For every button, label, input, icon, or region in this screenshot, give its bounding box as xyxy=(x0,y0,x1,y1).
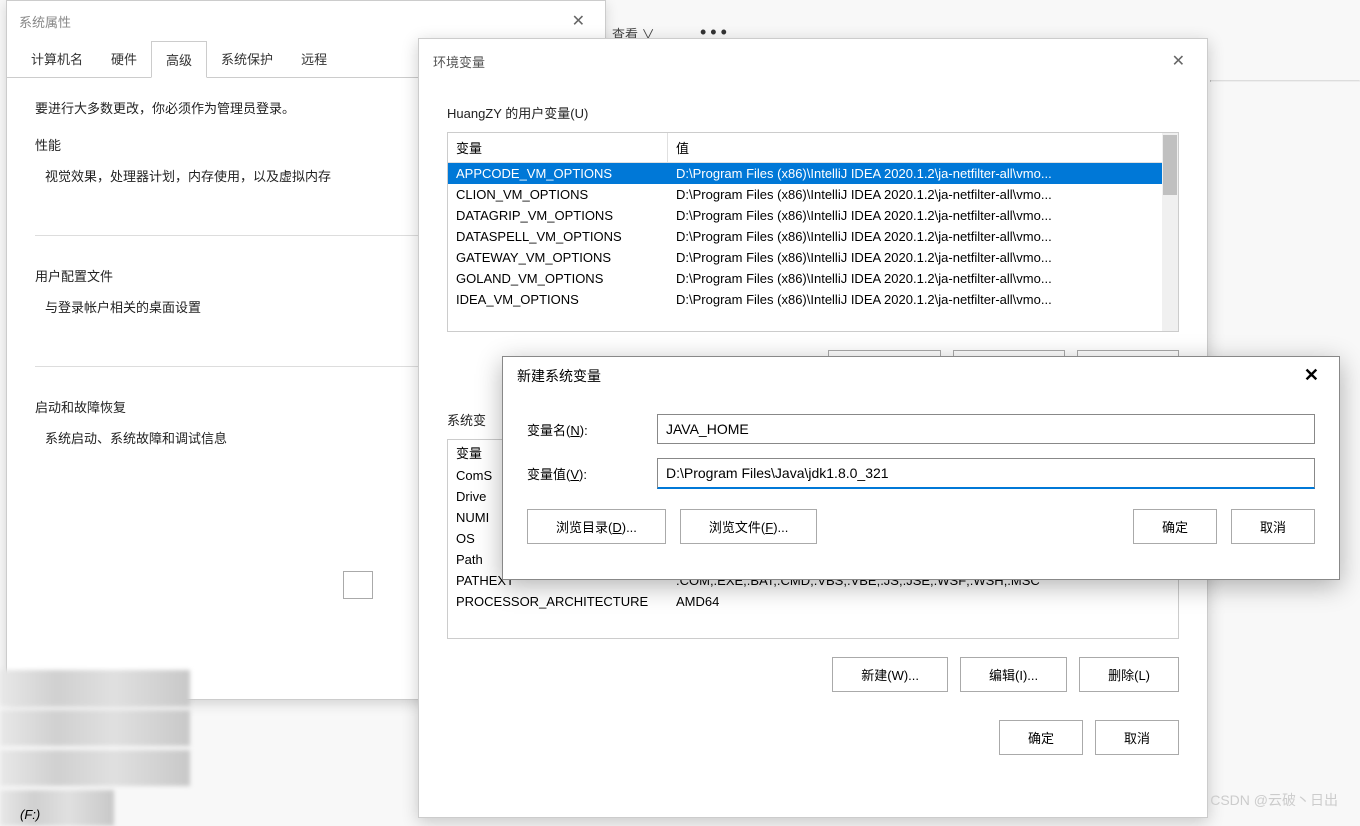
sys-var-buttons: 新建(W)... 编辑(I)... 删除(L) xyxy=(447,657,1179,692)
close-icon[interactable]: ✕ xyxy=(1164,49,1193,73)
delete-sys-var-button[interactable]: 删除(L) xyxy=(1079,657,1179,692)
var-name-cell: DATAGRIP_VM_OPTIONS xyxy=(448,205,668,226)
var-name-cell: APPCODE_VM_OPTIONS xyxy=(448,163,668,184)
newvar-buttons: 浏览目录(D)... 浏览文件(F)... 确定 取消 xyxy=(527,509,1315,544)
sys-props-titlebar: 系统属性 ✕ xyxy=(7,1,605,41)
col-value[interactable]: 值 xyxy=(668,133,1178,162)
var-value-input[interactable] xyxy=(657,458,1315,489)
var-value-cell: D:\Program Files (x86)\IntelliJ IDEA 202… xyxy=(668,163,1178,184)
env-title-text: 环境变量 xyxy=(433,52,485,71)
newvar-body: 变量名(N): 变量值(V): 浏览目录(D)... 浏览文件(F)... 确定… xyxy=(503,394,1339,564)
var-value-row: 变量值(V): xyxy=(527,458,1315,489)
tab-system-protection[interactable]: 系统保护 xyxy=(207,41,287,77)
var-value-cell: D:\Program Files (x86)\IntelliJ IDEA 202… xyxy=(668,289,1178,310)
hidden-settings-button[interactable] xyxy=(343,571,373,599)
var-value-label: 变量值(V): xyxy=(527,464,657,483)
env-dialog-buttons: 确定 取消 xyxy=(447,720,1179,755)
var-name-input[interactable] xyxy=(657,414,1315,444)
browse-file-button[interactable]: 浏览文件(F)... xyxy=(680,509,817,544)
ok-button[interactable]: 确定 xyxy=(1133,509,1217,544)
browse-directory-button[interactable]: 浏览目录(D)... xyxy=(527,509,666,544)
var-value-cell: D:\Program Files (x86)\IntelliJ IDEA 202… xyxy=(668,247,1178,268)
var-value-cell: D:\Program Files (x86)\IntelliJ IDEA 202… xyxy=(668,268,1178,289)
new-sys-var-button[interactable]: 新建(W)... xyxy=(832,657,948,692)
close-icon[interactable]: ✕ xyxy=(564,9,593,33)
user-vars-body[interactable]: APPCODE_VM_OPTIONSD:\Program Files (x86)… xyxy=(448,163,1178,332)
table-row[interactable]: DATASPELL_VM_OPTIONSD:\Program Files (x8… xyxy=(448,226,1178,247)
table-row[interactable]: PROCESSOR_ARCHITECTUREAMD64 xyxy=(448,591,1178,612)
tab-remote[interactable]: 远程 xyxy=(287,41,341,77)
table-row[interactable]: APPCODE_VM_OPTIONSD:\Program Files (x86)… xyxy=(448,163,1178,184)
var-name-cell: GOLAND_VM_OPTIONS xyxy=(448,268,668,289)
scrollbar-thumb[interactable] xyxy=(1163,135,1177,195)
cancel-button[interactable]: 取消 xyxy=(1095,720,1179,755)
table-row[interactable]: GATEWAY_VM_OPTIONSD:\Program Files (x86)… xyxy=(448,247,1178,268)
user-vars-label: HuangZY 的用户变量(U) xyxy=(447,103,1179,122)
var-name-row: 变量名(N): xyxy=(527,414,1315,444)
tab-computer-name[interactable]: 计算机名 xyxy=(17,41,97,77)
var-name-cell: PROCESSOR_ARCHITECTURE xyxy=(448,591,668,612)
var-value-cell: D:\Program Files (x86)\IntelliJ IDEA 202… xyxy=(668,226,1178,247)
new-system-variable-dialog: 新建系统变量 ✕ 变量名(N): 变量值(V): 浏览目录(D)... 浏览文件… xyxy=(502,356,1340,580)
tab-hardware[interactable]: 硬件 xyxy=(97,41,151,77)
var-name-cell: IDEA_VM_OPTIONS xyxy=(448,289,668,310)
sys-props-title-text: 系统属性 xyxy=(19,12,71,31)
bg-divider xyxy=(1210,80,1360,82)
var-name-label: 变量名(N): xyxy=(527,420,657,439)
edit-sys-var-button[interactable]: 编辑(I)... xyxy=(960,657,1067,692)
var-name-cell: DATASPELL_VM_OPTIONS xyxy=(448,226,668,247)
ok-button[interactable]: 确定 xyxy=(999,720,1083,755)
col-variable[interactable]: 变量 xyxy=(448,133,668,162)
table-row[interactable]: IDEA_VM_OPTIONSD:\Program Files (x86)\In… xyxy=(448,289,1178,310)
cancel-button[interactable]: 取消 xyxy=(1231,509,1315,544)
close-icon[interactable]: ✕ xyxy=(1298,365,1325,386)
table-row[interactable]: DATAGRIP_VM_OPTIONSD:\Program Files (x86… xyxy=(448,205,1178,226)
table-row[interactable]: GOLAND_VM_OPTIONSD:\Program Files (x86)\… xyxy=(448,268,1178,289)
newvar-titlebar: 新建系统变量 ✕ xyxy=(503,357,1339,394)
var-name-cell: GATEWAY_VM_OPTIONS xyxy=(448,247,668,268)
table-row[interactable]: CLION_VM_OPTIONSD:\Program Files (x86)\I… xyxy=(448,184,1178,205)
var-value-cell: AMD64 xyxy=(668,591,1178,612)
scrollbar[interactable] xyxy=(1162,133,1178,331)
watermark: CSDN @云破丶日出 xyxy=(1210,790,1338,810)
newvar-title-text: 新建系统变量 xyxy=(517,366,601,386)
var-name-cell: CLION_VM_OPTIONS xyxy=(448,184,668,205)
user-vars-table[interactable]: 变量 值 APPCODE_VM_OPTIONSD:\Program Files … xyxy=(447,132,1179,332)
var-value-cell: D:\Program Files (x86)\IntelliJ IDEA 202… xyxy=(668,184,1178,205)
blurred-background: (F:) xyxy=(0,670,190,820)
tab-advanced[interactable]: 高级 xyxy=(151,41,207,78)
var-value-cell: D:\Program Files (x86)\IntelliJ IDEA 202… xyxy=(668,205,1178,226)
table-header: 变量 值 xyxy=(448,133,1178,163)
env-titlebar: 环境变量 ✕ xyxy=(419,39,1207,83)
